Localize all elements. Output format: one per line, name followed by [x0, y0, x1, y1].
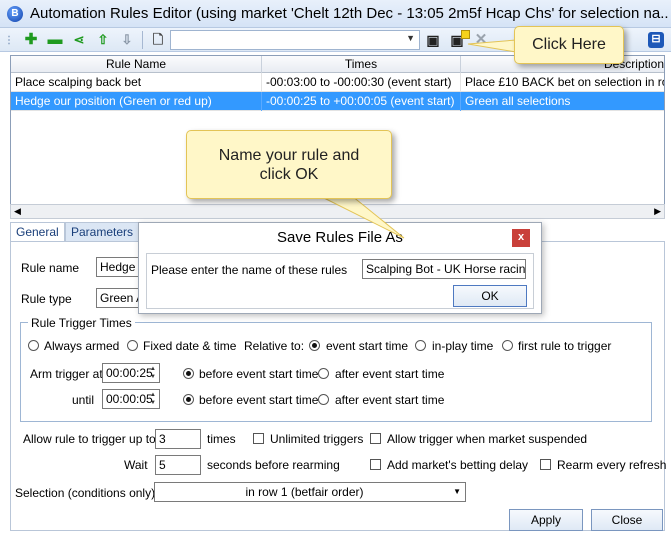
wait-label: Wait [124, 458, 148, 472]
arm-after-radio[interactable] [318, 368, 329, 379]
window-title: Automation Rules Editor (using market 'C… [30, 5, 668, 22]
scroll-right-icon[interactable]: ▶ [654, 206, 661, 217]
move-up-icon[interactable]: ⇧ [94, 31, 112, 49]
wait-input[interactable]: 5 [155, 455, 201, 475]
horizontal-scrollbar[interactable]: ◀ ▶ [10, 204, 665, 219]
wait-suffix-label: seconds before rearming [207, 458, 340, 472]
table-row[interactable]: Place scalping back bet -00:03:00 to -00… [11, 73, 664, 92]
app-icon: B [7, 6, 23, 22]
first-rule-label: first rule to trigger [518, 339, 612, 353]
until-before-label: before event start time [199, 393, 319, 407]
ok-button[interactable]: OK [453, 285, 527, 307]
duplicate-icon[interactable]: ⋖ [70, 31, 88, 49]
cell-rule-name: Hedge our position (Green or red up) [11, 92, 262, 111]
dialog-prompt: Please enter the name of these rules [151, 263, 348, 277]
unlimited-triggers-label: Unlimited triggers [270, 432, 364, 446]
allow-suspended-label: Allow trigger when market suspended [387, 432, 588, 446]
event-start-label: event start time [326, 339, 409, 353]
move-down-icon[interactable]: ⇩ [118, 31, 136, 49]
rule-type-label: Rule type [21, 292, 72, 306]
fixed-date-label: Fixed date & time [143, 339, 237, 353]
allow-trigger-label: Allow rule to trigger up to [23, 432, 156, 446]
spin-arrows-icon[interactable]: ▲ ▼ [148, 365, 158, 381]
times-label: times [207, 432, 236, 446]
arm-before-label: before event start time [199, 367, 319, 381]
rule-type-select[interactable]: Green A [96, 288, 140, 308]
cell-description: Place £10 BACK bet on selection in row 1 [465, 75, 665, 89]
scroll-left-icon[interactable]: ◀ [14, 206, 21, 217]
delete-icon[interactable]: ✕ [472, 31, 490, 49]
rule-name-label: Rule name [21, 261, 80, 275]
rules-file-combo[interactable]: ▼ [170, 30, 420, 50]
in-play-label: in-play time [432, 339, 494, 353]
save-as-star-icon [461, 30, 470, 39]
apply-button[interactable]: Apply [509, 509, 583, 531]
cell-times: -00:00:25 to +00:00:05 (event start) [262, 92, 461, 111]
rules-name-input[interactable]: Scalping Bot - UK Horse racing [362, 259, 526, 279]
name-rule-callout: Name your rule and click OK [186, 130, 392, 199]
rearm-refresh-checkbox[interactable] [540, 459, 551, 470]
arm-before-radio[interactable] [183, 368, 194, 379]
spin-arrows-icon[interactable]: ▲ ▼ [148, 391, 158, 407]
unlimited-triggers-checkbox[interactable] [253, 433, 264, 444]
betting-delay-checkbox[interactable] [370, 459, 381, 470]
rearm-refresh-label: Rearm every refresh [557, 458, 667, 472]
fixed-date-radio[interactable] [127, 340, 138, 351]
column-header-rule-name[interactable]: Rule Name [11, 56, 262, 73]
until-label: until [72, 393, 95, 407]
dialog-title: Save Rules File As [277, 229, 403, 246]
arm-trigger-stepper[interactable]: 00:00:25 ▲ ▼ [102, 363, 160, 383]
allow-trigger-input[interactable]: 3 [155, 429, 201, 449]
toolbar-separator [142, 31, 143, 49]
event-start-radio[interactable] [309, 340, 320, 351]
add-icon[interactable]: ✚ [22, 31, 40, 49]
cell-description: Green all selections [465, 94, 571, 108]
betting-delay-label: Add market's betting delay [387, 458, 529, 472]
tab-parameters[interactable]: Parameters [65, 222, 140, 242]
close-button[interactable]: Close [591, 509, 663, 531]
allow-suspended-checkbox[interactable] [370, 433, 381, 444]
selection-value: in row 1 (betfair order) [245, 485, 364, 499]
until-after-label: after event start time [335, 393, 445, 407]
first-rule-radio[interactable] [502, 340, 513, 351]
until-before-radio[interactable] [183, 394, 194, 405]
always-armed-radio[interactable] [28, 340, 39, 351]
save-icon[interactable]: ▣ [424, 31, 442, 49]
always-armed-label: Always armed [44, 339, 120, 353]
chevron-down-icon: ▼ [453, 487, 461, 496]
chevron-down-icon: ▼ [406, 33, 415, 43]
pin-icon[interactable]: ⊟ [648, 32, 664, 48]
selection-select[interactable]: in row 1 (betfair order) ▼ [154, 482, 466, 502]
cell-rule-name: Place scalping back bet [11, 73, 262, 92]
selection-label: Selection (conditions only) [15, 486, 156, 500]
cell-times: -00:03:00 to -00:00:30 (event start) [262, 73, 461, 92]
toolbar-grip-icon: ⋮ [4, 35, 14, 46]
rule-trigger-times-title: Rule Trigger Times [28, 316, 135, 330]
until-value: 00:00:05 [106, 392, 153, 406]
until-after-radio[interactable] [318, 394, 329, 405]
remove-icon[interactable]: ▬ [46, 31, 64, 49]
arm-trigger-value: 00:00:25 [106, 366, 153, 380]
save-rules-dialog: Save Rules File As x Please enter the na… [138, 222, 542, 314]
rule-name-input[interactable]: Hedge o [96, 257, 140, 277]
arm-trigger-label: Arm trigger at [30, 367, 103, 381]
new-file-icon[interactable]: 🗋 [149, 31, 167, 49]
in-play-radio[interactable] [415, 340, 426, 351]
until-stepper[interactable]: 00:00:05 ▲ ▼ [102, 389, 160, 409]
click-here-callout: Click Here [514, 26, 624, 64]
tab-general[interactable]: General [10, 222, 65, 242]
relative-to-label: Relative to: [244, 339, 305, 353]
column-header-times[interactable]: Times [262, 56, 461, 73]
table-row-selected[interactable]: Hedge our position (Green or red up) -00… [11, 92, 664, 111]
arm-after-label: after event start time [335, 367, 445, 381]
dialog-close-icon[interactable]: x [512, 229, 530, 247]
